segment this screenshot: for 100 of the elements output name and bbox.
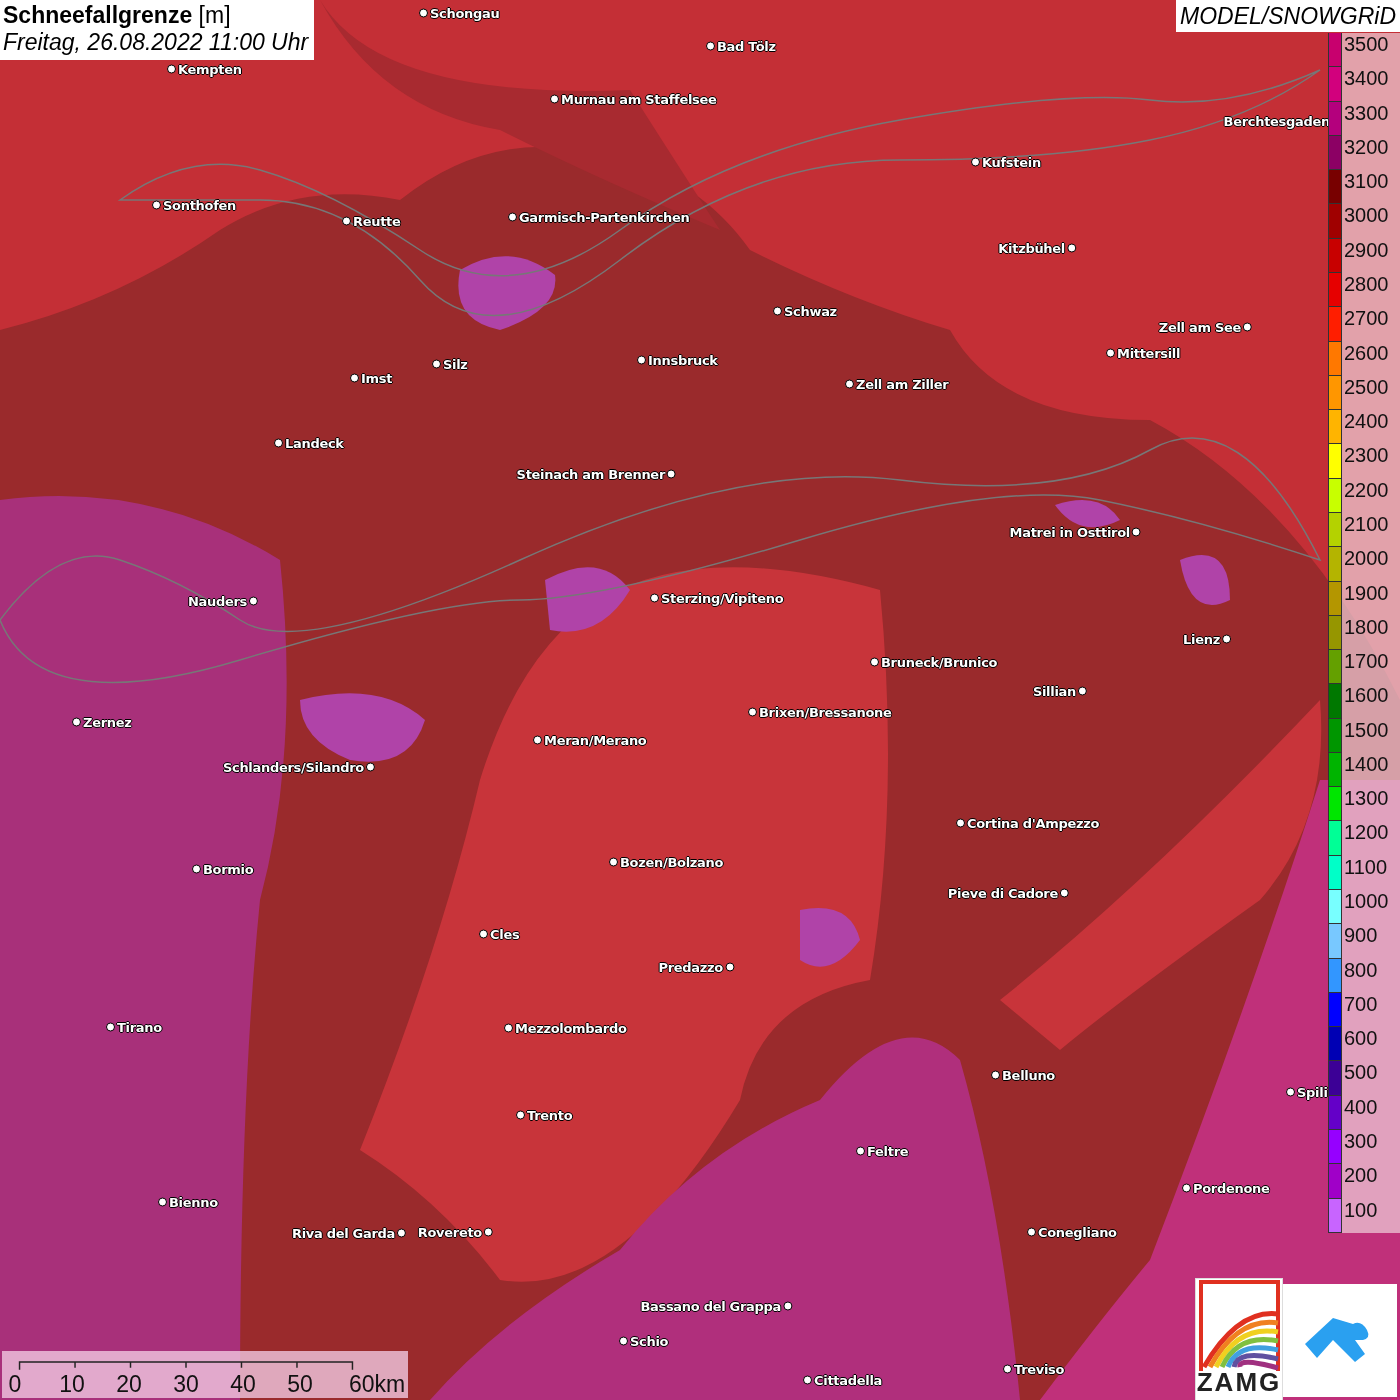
city-label: Cortina d'Ampezzo [967, 815, 1100, 831]
city-dot-icon [106, 1022, 115, 1032]
legend-label: 1600 [1344, 684, 1389, 709]
city-dot-icon [609, 857, 618, 867]
city-dot-icon [845, 379, 854, 389]
city-dot-icon [350, 373, 359, 383]
city-label: Conegliano [1038, 1224, 1117, 1240]
logo-text: ZAMG [1196, 1367, 1282, 1398]
legend-label: 1700 [1344, 650, 1389, 675]
city-dot-icon [550, 94, 559, 104]
city-dot-icon [1106, 348, 1115, 358]
city-label: Sillian [1032, 683, 1076, 699]
city-label: Treviso [1014, 1361, 1065, 1377]
city-label: Schlanders/Silandro [222, 759, 364, 775]
city-label: Trento [527, 1107, 573, 1123]
city-label: Matrei in Osttirol [1009, 524, 1130, 540]
legend-label: 800 [1344, 958, 1378, 983]
city-label: Landeck [285, 435, 344, 451]
city-dot-icon [706, 41, 715, 51]
legend-label: 300 [1344, 1130, 1378, 1154]
legend-label: 2100 [1344, 512, 1389, 537]
city-dot-icon [1078, 686, 1087, 696]
city-dot-icon [1286, 1087, 1295, 1097]
city-label: Schongau [430, 5, 500, 21]
city-label: Spili [1297, 1084, 1328, 1100]
city-label: Cittadella [814, 1372, 882, 1388]
city-dot-icon [1182, 1183, 1191, 1193]
city-label: Tirano [117, 1019, 162, 1035]
legend-label: 2800 [1344, 272, 1389, 297]
scale-label: 0 [8, 1370, 22, 1398]
city-dot-icon [479, 929, 488, 939]
city-dot-icon [158, 1197, 167, 1207]
city-label: Sonthofen [163, 197, 236, 213]
legend-label: 1500 [1344, 718, 1389, 743]
legend-label: 100 [1344, 1198, 1378, 1223]
city-label: Rovereto [417, 1224, 482, 1240]
city-dot-icon [971, 157, 980, 167]
city-label: Schwaz [784, 303, 837, 319]
legend-label: 1300 [1344, 787, 1389, 812]
city-label: Pordenone [1193, 1180, 1270, 1196]
city-dot-icon [1222, 634, 1231, 644]
city-label: Mittersill [1117, 345, 1181, 361]
legend-label: 2700 [1344, 307, 1389, 332]
city-label: Imst [361, 370, 393, 386]
city-dot-icon [192, 864, 201, 874]
city-dot-icon [249, 596, 258, 606]
city-dot-icon [725, 962, 734, 972]
legend-label: 2000 [1344, 547, 1389, 572]
city-label: Bad Tölz [717, 38, 776, 54]
city-dot-icon [1067, 243, 1076, 253]
city-dot-icon [991, 1070, 1000, 1080]
legend-label: 2500 [1344, 375, 1389, 400]
city-label: Silz [443, 356, 468, 372]
city-dot-icon [856, 1146, 865, 1156]
city-label: Berchtesgaden [1223, 113, 1330, 129]
city-dot-icon [342, 216, 351, 226]
scale-label: 30 [173, 1370, 199, 1398]
city-label: Steinach am Brenner [516, 466, 665, 482]
city-label: Riva del Garda [291, 1225, 395, 1241]
legend-label: 900 [1344, 924, 1378, 949]
city-label: Sterzing/Vipiteno [661, 590, 784, 606]
legend-label: 1900 [1344, 581, 1389, 606]
legend-label: 2300 [1344, 444, 1389, 469]
city-dot-icon [1027, 1227, 1036, 1237]
city-label: Bassano del Grappa [640, 1298, 781, 1314]
scale-label: 60km [348, 1370, 406, 1398]
legend-label: 3200 [1344, 135, 1389, 160]
city-dot-icon [650, 593, 659, 603]
city-label: Schio [630, 1333, 669, 1349]
legend-label: 2200 [1344, 478, 1389, 503]
forecast-datetime: Freitag, 26.08.2022 11:00 Uhr [3, 29, 309, 56]
city-dot-icon [432, 359, 441, 369]
city-label: Zernez [83, 714, 132, 730]
city-label: Bormio [203, 861, 254, 877]
city-dot-icon [484, 1227, 493, 1237]
city-dot-icon [667, 469, 676, 479]
city-dot-icon [870, 657, 879, 667]
city-dot-icon [1132, 527, 1141, 537]
legend-label: 2900 [1344, 238, 1389, 263]
city-dot-icon [783, 1301, 792, 1311]
city-label: Innsbruck [648, 352, 718, 368]
legend-label: 500 [1344, 1061, 1378, 1086]
city-dot-icon [956, 818, 965, 828]
city-dot-icon [366, 762, 375, 772]
legend-label: 3000 [1344, 204, 1389, 229]
legend-label: 2600 [1344, 341, 1389, 366]
scale-label: 40 [230, 1370, 256, 1398]
legend-label: 1000 [1344, 890, 1389, 915]
city-dot-icon [167, 64, 176, 74]
map-title: Schneefallgrenze [m] [3, 2, 232, 29]
city-label: Zell am Ziller [856, 376, 949, 392]
legend-label: 700 [1344, 992, 1378, 1017]
city-label: Predazzo [658, 959, 723, 975]
legend-label: 1800 [1344, 615, 1389, 640]
legend-label: 1200 [1344, 821, 1389, 846]
scale-label: 10 [59, 1370, 85, 1398]
legend-label: 3400 [1344, 67, 1389, 92]
scale-label: 50 [287, 1370, 313, 1398]
city-label: Feltre [867, 1143, 909, 1159]
city-label: Reutte [353, 213, 401, 229]
